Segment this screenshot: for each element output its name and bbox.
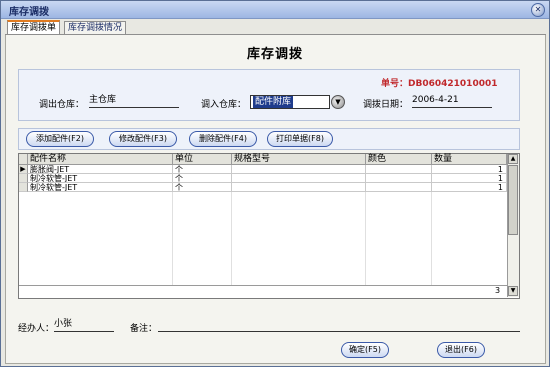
row-count: 3	[495, 286, 501, 295]
add-part-button[interactable]: 添加配件(F2)	[26, 131, 94, 147]
print-bill-button[interactable]: 打印单据(F8)	[267, 131, 333, 147]
col-header-qty[interactable]: 数量	[432, 154, 507, 165]
col-separator	[431, 192, 432, 285]
cell-part-name[interactable]: 制冷软管-JET	[28, 183, 173, 192]
cell-qty[interactable]: 1	[432, 165, 507, 174]
scroll-up-icon[interactable]: ▲	[508, 154, 518, 164]
cell-qty[interactable]: 1	[432, 183, 507, 192]
grid-corner-header	[19, 154, 28, 165]
cell-spec[interactable]	[232, 165, 366, 174]
col-header-part-name[interactable]: 配件名称	[28, 154, 173, 165]
stock-transfer-window: 库存调拨 ✕ 库存调拨单 库存调拨情况 库存调拨 单号：DB0604210100…	[0, 0, 550, 367]
in-warehouse-value: 配件附库	[253, 96, 294, 108]
vertical-scrollbar[interactable]: ▲ ▼	[507, 154, 519, 297]
col-separator	[231, 192, 232, 285]
remark-field[interactable]	[158, 319, 520, 332]
transfer-date-label: 调拨日期：	[363, 100, 409, 110]
parts-grid[interactable]: 配件名称 单位 规格型号 颜色 数量 ▶ 膨胀阀-JET 个 1 制冷软管-JE…	[18, 153, 520, 299]
row-indicator	[19, 174, 28, 183]
form-heading: 库存调拨	[246, 47, 303, 62]
cell-spec[interactable]	[232, 174, 366, 183]
in-warehouse-label: 调入仓库：	[201, 100, 247, 110]
doc-number-label: 单号：	[381, 79, 409, 89]
row-indicator	[19, 183, 28, 192]
col-separator	[365, 192, 366, 285]
cell-part-name[interactable]: 膨胀阀-JET	[28, 165, 173, 174]
cell-qty[interactable]: 1	[432, 174, 507, 183]
cell-unit[interactable]: 个	[173, 165, 232, 174]
title-bar[interactable]: 库存调拨 ✕	[1, 1, 549, 19]
transfer-date-field[interactable]: 2006-4-21	[412, 95, 492, 108]
col-header-spec[interactable]: 规格型号	[232, 154, 366, 165]
col-header-color[interactable]: 颜色	[366, 154, 432, 165]
cell-color[interactable]	[366, 174, 432, 183]
cell-spec[interactable]	[232, 183, 366, 192]
window-title: 库存调拨	[9, 7, 49, 18]
row-pointer-icon: ▶	[19, 165, 28, 174]
handler-label: 经办人：	[18, 324, 55, 334]
cell-color[interactable]	[366, 183, 432, 192]
col-header-unit[interactable]: 单位	[173, 154, 232, 165]
tab-transfer-status[interactable]: 库存调拨情况	[64, 21, 127, 35]
doc-number-value: DB060421010001	[408, 79, 498, 89]
footer-row-divider	[19, 285, 507, 286]
in-warehouse-select[interactable]: 配件附库 ▼	[250, 95, 345, 109]
exit-button[interactable]: 退出(F6)	[437, 342, 485, 358]
cell-part-name[interactable]: 制冷软管-JET	[28, 174, 173, 183]
out-warehouse-field[interactable]: 主仓库	[89, 95, 179, 108]
delete-part-button[interactable]: 删除配件(F4)	[189, 131, 257, 147]
dropdown-arrow-icon[interactable]: ▼	[331, 95, 345, 109]
scroll-thumb[interactable]	[508, 165, 518, 235]
col-separator	[172, 192, 173, 285]
cell-unit[interactable]: 个	[173, 183, 232, 192]
out-warehouse-label: 调出仓库：	[39, 100, 85, 110]
doc-number: 单号：DB060421010001	[381, 76, 498, 89]
remark-label: 备注：	[130, 324, 158, 334]
close-icon[interactable]: ✕	[531, 3, 545, 17]
tab-transfer-order[interactable]: 库存调拨单	[7, 20, 61, 35]
edit-part-button[interactable]: 修改配件(F3)	[109, 131, 177, 147]
scroll-down-icon[interactable]: ▼	[508, 286, 518, 296]
cell-color[interactable]	[366, 165, 432, 174]
ok-button[interactable]: 确定(F5)	[341, 342, 389, 358]
handler-field[interactable]: 小张	[54, 319, 114, 332]
cell-unit[interactable]: 个	[173, 174, 232, 183]
